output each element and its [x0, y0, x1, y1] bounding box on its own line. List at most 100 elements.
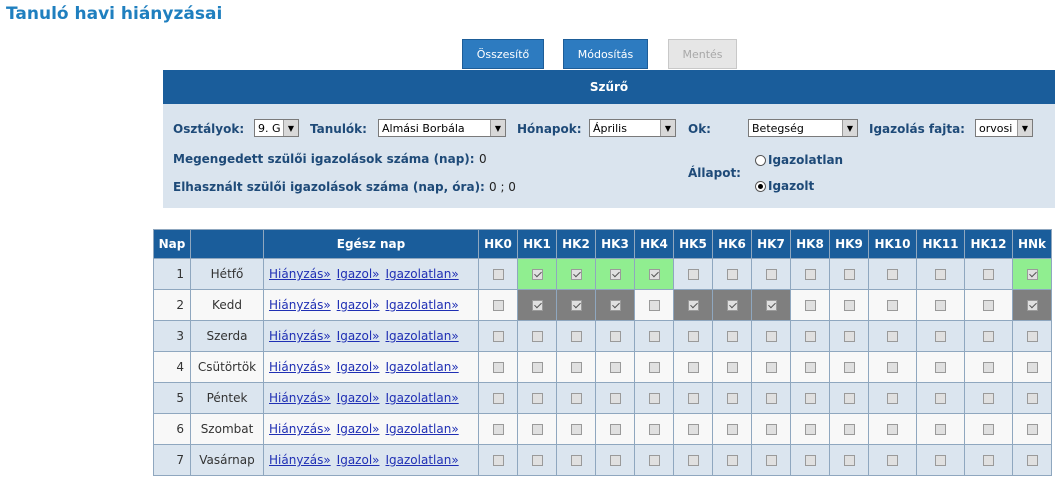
- justify-link[interactable]: Igazol»: [337, 267, 380, 281]
- period-checkbox[interactable]: [609, 331, 621, 342]
- period-checkbox[interactable]: [531, 455, 543, 466]
- period-checkbox[interactable]: [687, 269, 699, 280]
- period-checkbox[interactable]: [687, 455, 699, 466]
- period-checkbox[interactable]: [648, 362, 660, 373]
- absence-link[interactable]: Hiányzás»: [269, 267, 331, 281]
- period-checkbox[interactable]: [804, 393, 816, 404]
- unjustified-link[interactable]: Igazolatlan»: [386, 298, 459, 312]
- period-checkbox[interactable]: [726, 269, 738, 280]
- period-checkbox[interactable]: [609, 393, 621, 404]
- period-checkbox[interactable]: [983, 424, 994, 435]
- period-checkbox[interactable]: [726, 393, 738, 404]
- period-checkbox[interactable]: [804, 269, 816, 280]
- period-checkbox[interactable]: [843, 455, 855, 466]
- period-checkbox[interactable]: [983, 331, 994, 342]
- period-checkbox[interactable]: [1026, 269, 1038, 280]
- period-checkbox[interactable]: [492, 455, 504, 466]
- period-checkbox[interactable]: [935, 269, 946, 280]
- justify-link[interactable]: Igazol»: [337, 422, 380, 436]
- period-checkbox[interactable]: [609, 300, 621, 311]
- period-checkbox[interactable]: [570, 362, 582, 373]
- period-checkbox[interactable]: [935, 362, 946, 373]
- period-checkbox[interactable]: [648, 424, 660, 435]
- period-checkbox[interactable]: [983, 269, 994, 280]
- period-checkbox[interactable]: [887, 300, 898, 311]
- absence-link[interactable]: Hiányzás»: [269, 360, 331, 374]
- period-checkbox[interactable]: [765, 300, 777, 311]
- period-checkbox[interactable]: [492, 269, 504, 280]
- save-button[interactable]: Mentés: [668, 39, 737, 69]
- justification-type-select[interactable]: orvosi ▼: [975, 119, 1033, 137]
- period-checkbox[interactable]: [843, 269, 855, 280]
- period-checkbox[interactable]: [935, 424, 946, 435]
- period-checkbox[interactable]: [492, 300, 504, 311]
- unjustified-link[interactable]: Igazolatlan»: [386, 360, 459, 374]
- status-radio-justified[interactable]: Igazolt: [755, 179, 814, 193]
- period-checkbox[interactable]: [1026, 393, 1038, 404]
- period-checkbox[interactable]: [935, 331, 946, 342]
- period-checkbox[interactable]: [1026, 331, 1038, 342]
- period-checkbox[interactable]: [1026, 362, 1038, 373]
- period-checkbox[interactable]: [804, 362, 816, 373]
- status-radio-unjustified[interactable]: Igazolatlan: [755, 153, 843, 167]
- reason-select[interactable]: Betegség ▼: [748, 119, 858, 137]
- period-checkbox[interactable]: [648, 300, 660, 311]
- period-checkbox[interactable]: [843, 331, 855, 342]
- period-checkbox[interactable]: [887, 455, 898, 466]
- period-checkbox[interactable]: [843, 393, 855, 404]
- period-checkbox[interactable]: [570, 455, 582, 466]
- period-checkbox[interactable]: [887, 362, 898, 373]
- justify-link[interactable]: Igazol»: [337, 360, 380, 374]
- period-checkbox[interactable]: [887, 331, 898, 342]
- period-checkbox[interactable]: [765, 269, 777, 280]
- period-checkbox[interactable]: [648, 455, 660, 466]
- period-checkbox[interactable]: [609, 362, 621, 373]
- period-checkbox[interactable]: [609, 455, 621, 466]
- period-checkbox[interactable]: [492, 362, 504, 373]
- absence-link[interactable]: Hiányzás»: [269, 298, 331, 312]
- justify-link[interactable]: Igazol»: [337, 391, 380, 405]
- period-checkbox[interactable]: [687, 362, 699, 373]
- period-checkbox[interactable]: [531, 300, 543, 311]
- period-checkbox[interactable]: [765, 362, 777, 373]
- unjustified-link[interactable]: Igazolatlan»: [386, 453, 459, 467]
- period-checkbox[interactable]: [531, 393, 543, 404]
- period-checkbox[interactable]: [887, 393, 898, 404]
- period-checkbox[interactable]: [804, 424, 816, 435]
- period-checkbox[interactable]: [1026, 455, 1038, 466]
- justify-link[interactable]: Igazol»: [337, 453, 380, 467]
- justify-link[interactable]: Igazol»: [337, 298, 380, 312]
- period-checkbox[interactable]: [531, 424, 543, 435]
- unjustified-link[interactable]: Igazolatlan»: [386, 422, 459, 436]
- period-checkbox[interactable]: [570, 331, 582, 342]
- period-checkbox[interactable]: [726, 331, 738, 342]
- period-checkbox[interactable]: [687, 300, 699, 311]
- absence-link[interactable]: Hiányzás»: [269, 453, 331, 467]
- period-checkbox[interactable]: [570, 300, 582, 311]
- period-checkbox[interactable]: [765, 455, 777, 466]
- period-checkbox[interactable]: [531, 331, 543, 342]
- period-checkbox[interactable]: [765, 393, 777, 404]
- classes-select[interactable]: 9. G ▼: [254, 119, 299, 137]
- period-checkbox[interactable]: [687, 331, 699, 342]
- period-checkbox[interactable]: [648, 331, 660, 342]
- period-checkbox[interactable]: [492, 331, 504, 342]
- period-checkbox[interactable]: [935, 455, 946, 466]
- period-checkbox[interactable]: [570, 393, 582, 404]
- period-checkbox[interactable]: [1026, 424, 1038, 435]
- months-select[interactable]: Április ▼: [589, 119, 676, 137]
- period-checkbox[interactable]: [843, 362, 855, 373]
- radio-button[interactable]: [755, 154, 766, 166]
- edit-button[interactable]: Módosítás: [563, 39, 648, 69]
- period-checkbox[interactable]: [726, 362, 738, 373]
- period-checkbox[interactable]: [804, 331, 816, 342]
- period-checkbox[interactable]: [531, 362, 543, 373]
- unjustified-link[interactable]: Igazolatlan»: [386, 391, 459, 405]
- period-checkbox[interactable]: [804, 300, 816, 311]
- period-checkbox[interactable]: [648, 269, 660, 280]
- period-checkbox[interactable]: [492, 424, 504, 435]
- justify-link[interactable]: Igazol»: [337, 329, 380, 343]
- unjustified-link[interactable]: Igazolatlan»: [386, 329, 459, 343]
- students-select[interactable]: Almási Borbála ▼: [378, 119, 506, 137]
- period-checkbox[interactable]: [1026, 300, 1038, 311]
